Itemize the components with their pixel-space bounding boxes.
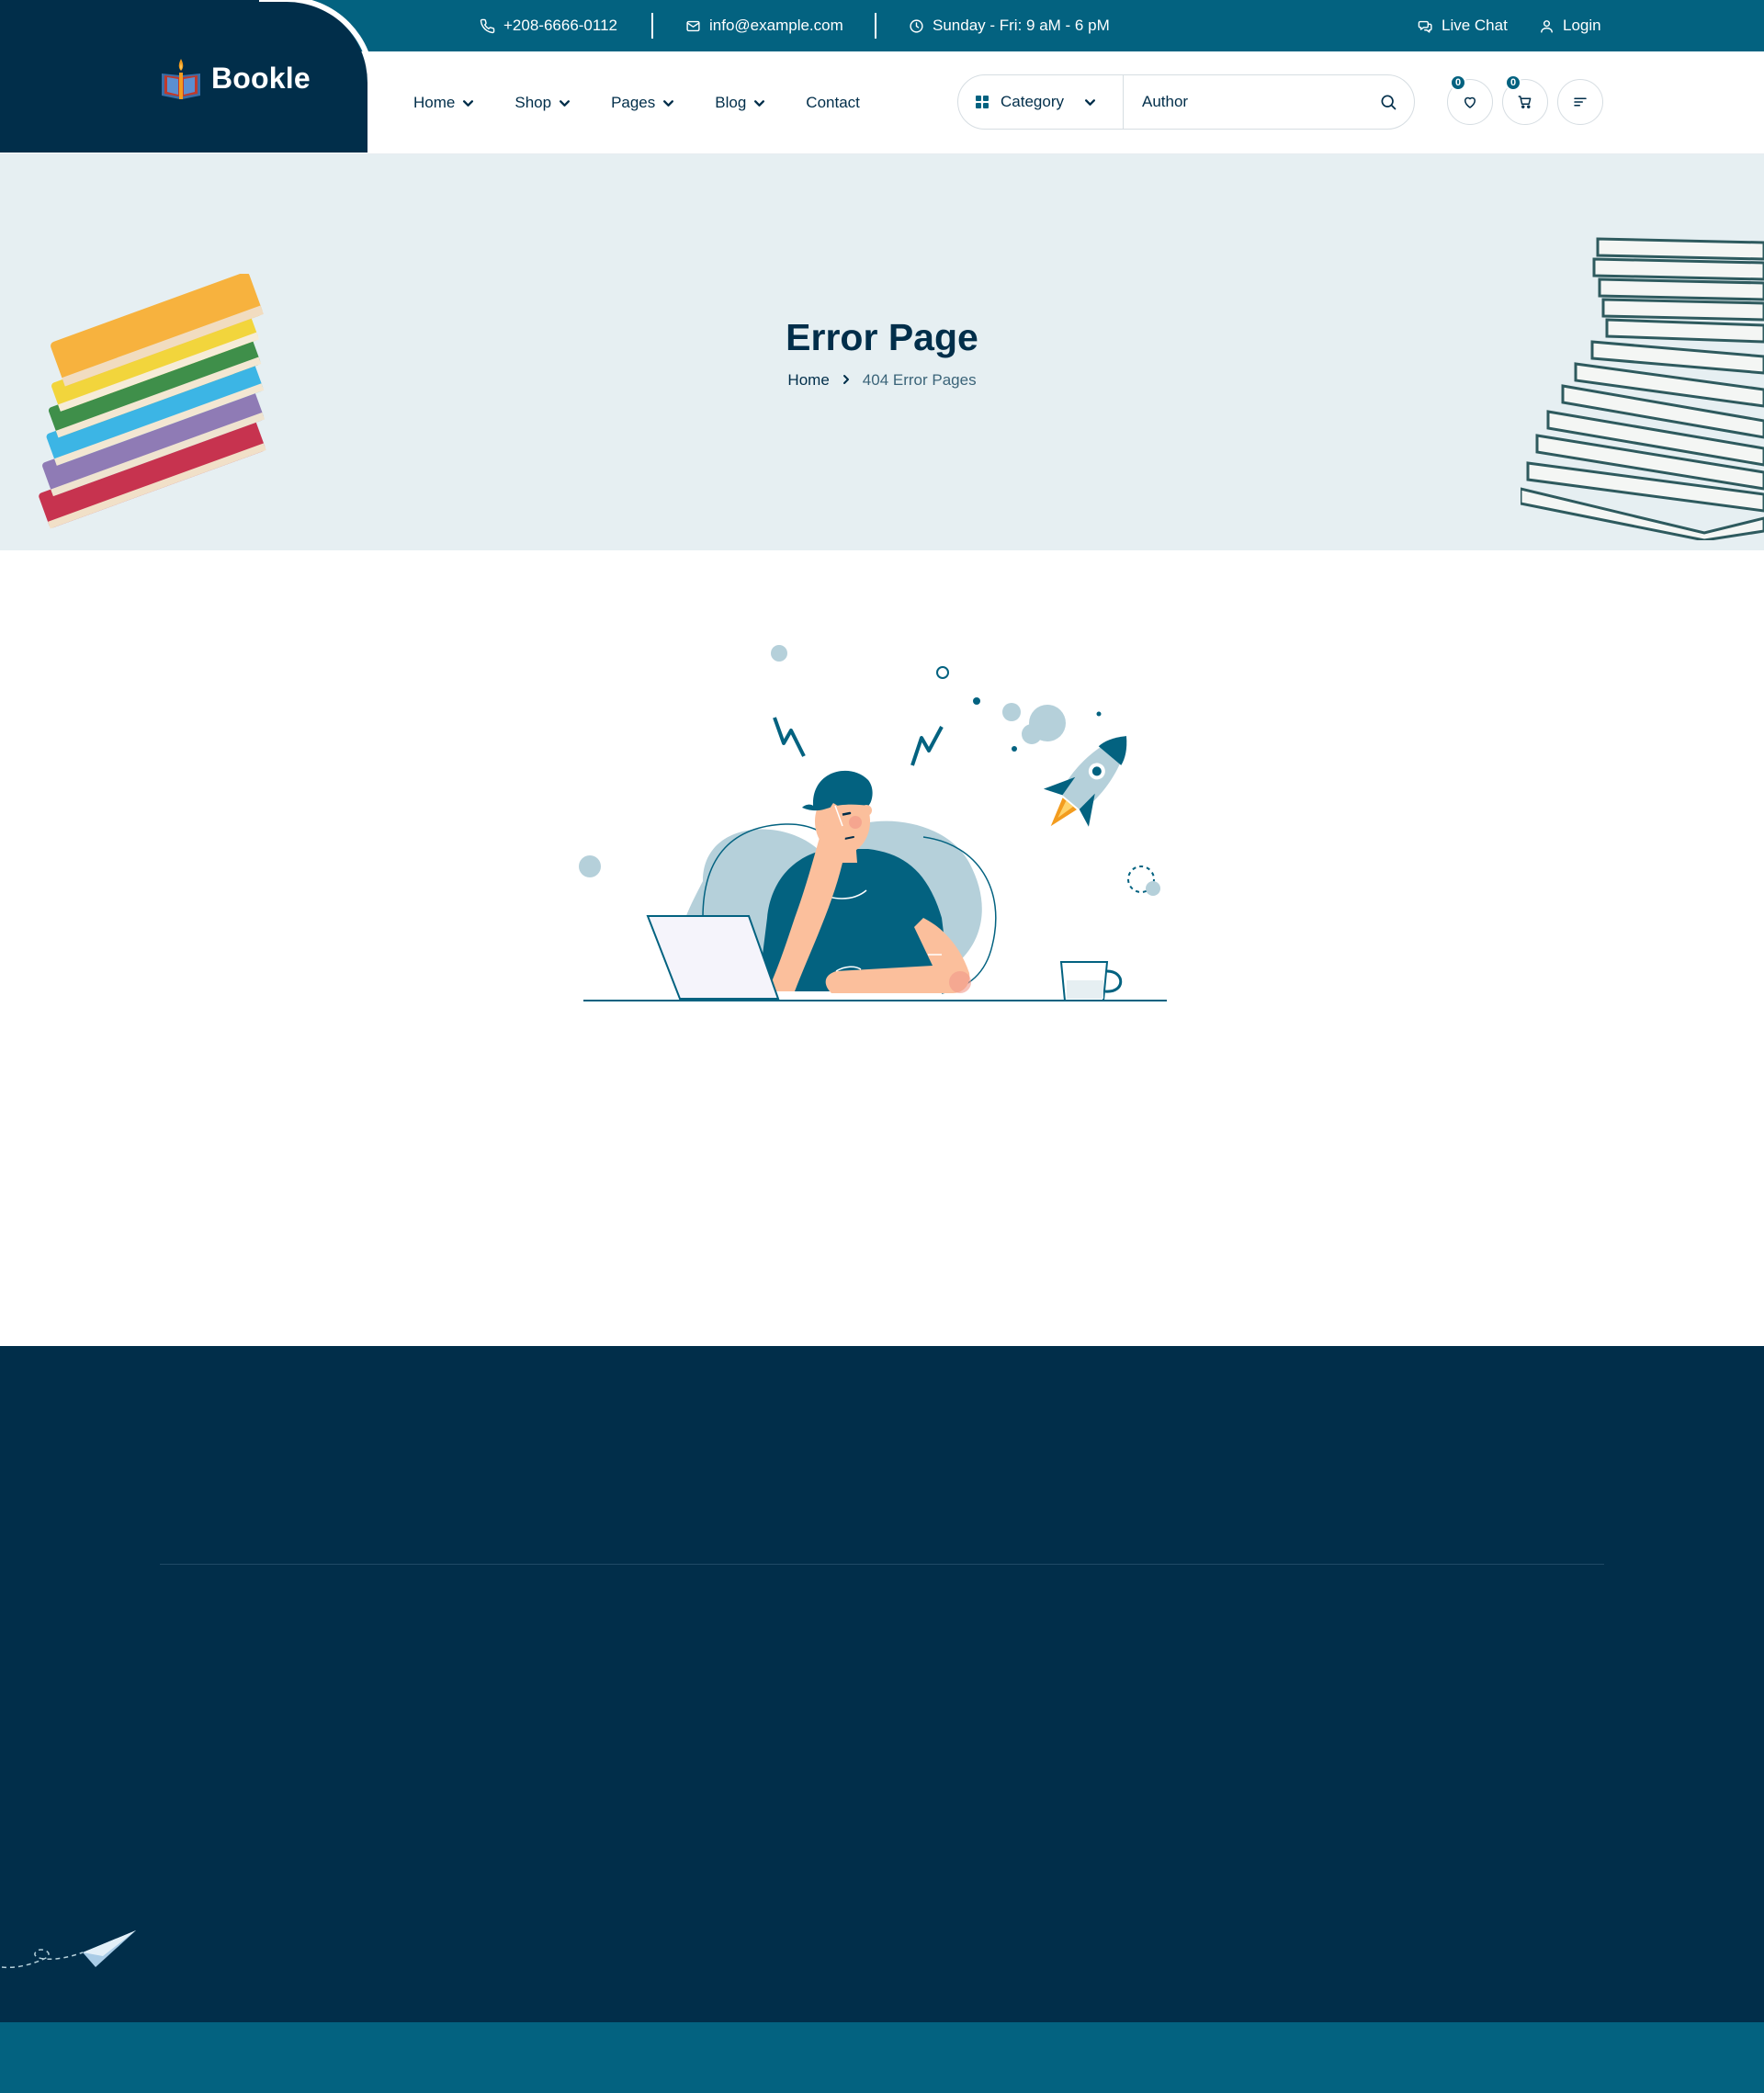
chevron-down-icon [560,99,571,107]
nav-item-contact[interactable]: Contact [806,94,860,112]
divider [651,13,653,39]
nav-label: Home [413,94,456,111]
page-title: Error Page [786,316,978,358]
chevron-down-icon [754,99,765,107]
page-hero: Error Page Home 404 Error Pages [0,154,1764,550]
nav-label: Blog [715,94,747,111]
cart-count-badge: 0 [1505,74,1521,91]
breadcrumb-home-link[interactable]: Home [787,371,829,390]
live-chat-label: Live Chat [1442,17,1508,34]
book-stack-right-image [1521,237,1764,540]
menu-lines-icon [1574,97,1587,107]
footer-bottom-bar [0,2022,1764,2093]
chevron-right-icon [841,371,852,390]
clock-icon [910,18,923,33]
grid-icon [976,96,989,108]
logo-block: Bookle [0,0,375,153]
phone-contact[interactable]: +208-6666-0112 [480,0,617,51]
nav-label: Contact [806,94,860,111]
chevron-down-icon [663,99,674,107]
heart-icon [1464,96,1476,108]
chevron-down-icon [1084,98,1096,106]
login-label: Login [1563,17,1601,34]
divider [875,13,876,39]
site-footer [0,1346,1764,2022]
main-nav: Home Shop Pages Blog Contact [413,51,860,154]
nav-item-pages[interactable]: Pages [611,94,674,112]
opening-hours: Sunday - Fri: 9 aM - 6 pM [909,0,1110,51]
category-select[interactable]: Category [958,75,1124,129]
search-bar: Category [957,74,1415,130]
logo[interactable]: Bookle [158,55,311,101]
category-label: Category [1001,93,1064,110]
nav-item-shop[interactable]: Shop [514,94,571,112]
email-contact[interactable]: info@example.com [685,0,843,51]
email-address: info@example.com [709,17,843,34]
chat-icon [1418,20,1432,33]
paper-plane-icon [1,1930,136,1969]
nav-item-blog[interactable]: Blog [715,94,765,112]
brand-name: Bookle [211,61,311,95]
mail-icon [686,20,700,31]
login-link[interactable]: Login [1539,0,1601,51]
wishlist-button[interactable]: 0 [1447,74,1493,125]
phone-icon [480,18,495,33]
footer-divider [160,1564,1604,1565]
frustrated-person-at-laptop-illustration [579,645,1167,1001]
search-button[interactable] [1363,75,1414,129]
nav-item-home[interactable]: Home [413,94,474,112]
breadcrumb: Home 404 Error Pages [0,371,1764,390]
wishlist-count-badge: 0 [1450,74,1466,91]
nav-label: Pages [611,94,656,111]
phone-number: +208-6666-0112 [503,17,617,34]
live-chat-link[interactable]: Live Chat [1418,0,1508,51]
cart-icon [1518,96,1532,108]
breadcrumb-current: 404 Error Pages [862,371,977,389]
error-content [0,550,1764,1346]
book-flame-logo-icon [162,59,200,99]
search-icon [1381,95,1396,110]
book-stack-left-image [39,274,266,529]
menu-toggle-button[interactable] [1557,79,1603,125]
user-icon [1541,19,1553,33]
chevron-down-icon [463,99,474,107]
nav-label: Shop [514,94,552,111]
hours-text: Sunday - Fri: 9 aM - 6 pM [933,17,1110,34]
cart-button[interactable]: 0 [1502,74,1548,125]
search-input[interactable] [1124,75,1363,129]
